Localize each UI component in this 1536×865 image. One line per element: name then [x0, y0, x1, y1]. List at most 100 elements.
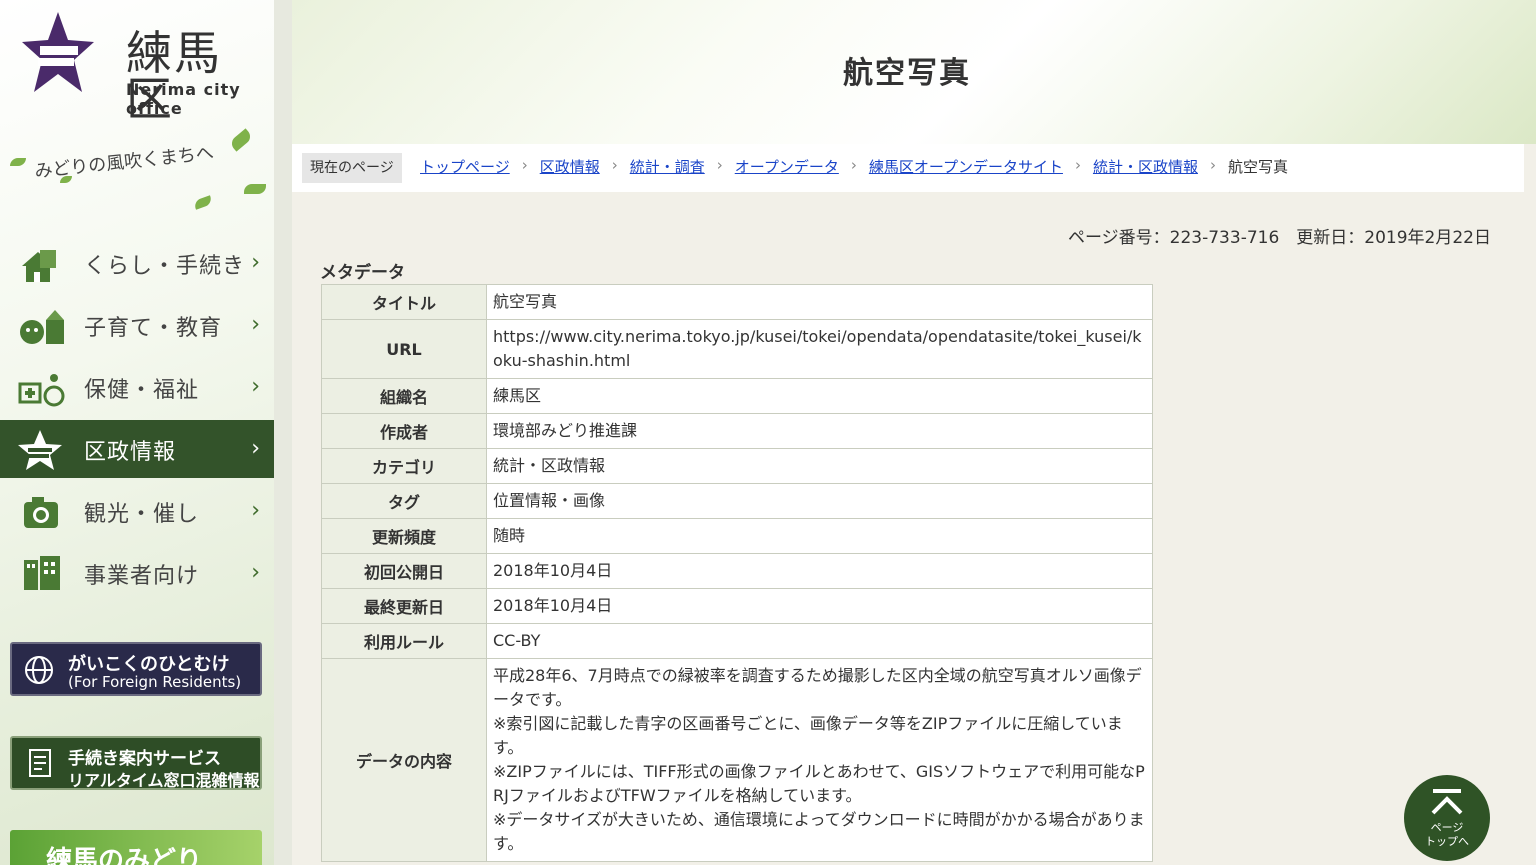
nav-item-living[interactable]: くらし・手続き ›	[0, 234, 274, 292]
table-row: 最終更新日 2018年10月4日	[321, 588, 1153, 624]
nav-label: 観光・催し	[84, 502, 200, 527]
row-header: データの内容	[321, 658, 487, 862]
table-row: 初回公開日 2018年10月4日	[321, 553, 1153, 589]
sidebar-divider	[274, 0, 292, 865]
row-value: 練馬区	[486, 378, 1153, 414]
site-logo[interactable]: 練馬区 Nerima city office	[22, 12, 262, 122]
leaf-icon	[244, 184, 266, 194]
page-top-label: ページ トップへ	[1404, 821, 1490, 849]
leaf-icon	[193, 195, 213, 210]
foreign-residents-banner[interactable]: がいこくのひとむけ (For Foreign Residents)	[10, 642, 262, 696]
table-row: 更新頻度 随時	[321, 518, 1153, 554]
main-nav: くらし・手続き › 子育て・教育 › 保健・福祉 › 区政情報 › 観光・催し …	[0, 234, 274, 606]
building-icon	[24, 556, 60, 590]
content-paragraph: ※データサイズが大きいため、通信環境によってダウンロードに時間がかかる場合があり…	[493, 810, 1145, 853]
nav-label: 子育て・教育	[84, 316, 223, 341]
health-icon	[18, 374, 65, 407]
row-header: タイトル	[321, 284, 487, 320]
child-icon	[20, 310, 64, 344]
row-value: 2018年10月4日	[486, 553, 1153, 589]
banner-subtitle: リアルタイム窓口混雑情報	[68, 771, 260, 790]
row-header: URL	[321, 319, 487, 379]
table-row: タイトル 航空写真	[321, 284, 1153, 320]
row-header: タグ	[321, 483, 487, 519]
page-top-label-line2: トップへ	[1425, 835, 1469, 848]
row-header: 初回公開日	[321, 553, 487, 589]
breadcrumb-link[interactable]: 統計・調査	[630, 156, 705, 177]
content-paragraph: ※ZIPファイルには、TIFF形式の画像ファイルとあわせて、GISソフトウェアで…	[493, 762, 1145, 805]
nav-item-tourism[interactable]: 観光・催し ›	[0, 482, 274, 540]
service-banner[interactable]: 手続き案内サービス リアルタイム窓口混雑情報	[10, 736, 262, 790]
page-top-label-line1: ページ	[1430, 821, 1464, 834]
nerima-emblem-icon	[22, 12, 94, 92]
banner-title: 手続き案内サービス	[68, 749, 221, 769]
nav-item-health[interactable]: 保健・福祉 ›	[0, 358, 274, 416]
row-header: 最終更新日	[321, 588, 487, 624]
table-row: タグ 位置情報・画像	[321, 483, 1153, 519]
row-header: 利用ルール	[321, 623, 487, 659]
leaf-icon	[10, 158, 26, 166]
table-row: 作成者 環境部みどり推進課	[321, 413, 1153, 449]
chevron-right-icon: ›	[251, 560, 260, 585]
table-row: カテゴリ 統計・区政情報	[321, 448, 1153, 484]
row-header: 組織名	[321, 378, 487, 414]
sidebar: 練馬区 Nerima city office みどりの風吹くまちへ くらし・手続…	[0, 0, 274, 865]
chevron-right-icon: ›	[1209, 156, 1216, 174]
chevron-right-icon: ›	[716, 156, 723, 174]
page-number-and-updated: ページ番号：223-733-716 更新日：2019年2月22日	[1068, 228, 1491, 248]
breadcrumb-link[interactable]: 統計・区政情報	[1093, 156, 1198, 177]
row-value: https://www.city.nerima.tokyo.jp/kusei/t…	[486, 319, 1153, 379]
document-icon	[29, 749, 51, 777]
city-emblem-icon	[18, 430, 62, 470]
chevron-right-icon: ›	[251, 374, 260, 399]
nav-label: 区政情報	[84, 440, 177, 465]
nav-label: 事業者向け	[84, 564, 200, 589]
chevron-right-icon: ›	[521, 156, 528, 174]
breadcrumb-current-label: 現在のページ	[302, 153, 402, 183]
breadcrumb-link[interactable]: 区政情報	[540, 156, 600, 177]
breadcrumb-list: トップページ › 区政情報 › 統計・調査 › オープンデータ › 練馬区オープ…	[420, 156, 1288, 177]
nav-item-city-info[interactable]: 区政情報 ›	[0, 420, 274, 478]
chevron-right-icon: ›	[1074, 156, 1081, 174]
row-value: 航空写真	[486, 284, 1153, 320]
chevron-right-icon: ›	[251, 498, 260, 523]
row-value: 2018年10月4日	[486, 588, 1153, 624]
slogan: みどりの風吹くまちへ	[8, 128, 270, 210]
row-value: CC-BY	[486, 623, 1153, 659]
nav-item-childcare[interactable]: 子育て・教育 ›	[0, 296, 274, 354]
slogan-text: みどりの風吹くまちへ	[33, 142, 215, 183]
row-header: カテゴリ	[321, 448, 487, 484]
leaf-icon	[228, 128, 254, 152]
chevron-right-icon: ›	[251, 250, 260, 275]
metadata-table: タイトル 航空写真 URL https://www.city.nerima.to…	[321, 284, 1153, 862]
table-row: URL https://www.city.nerima.tokyo.jp/kus…	[321, 319, 1153, 379]
page-top-button[interactable]: ページ トップへ	[1404, 775, 1490, 861]
chevron-right-icon: ›	[850, 156, 857, 174]
nav-item-business[interactable]: 事業者向け ›	[0, 544, 274, 602]
banner-title: 練馬のみどり	[46, 846, 203, 865]
content-paragraph: 平成28年6、7月時点での緑被率を調査するため撮影した区内全域の航空写真オルソ画…	[493, 666, 1142, 709]
breadcrumb-current-page: 航空写真	[1227, 158, 1288, 176]
row-value: 随時	[486, 518, 1153, 554]
row-value: 平成28年6、7月時点での緑被率を調査するため撮影した区内全域の航空写真オルソ画…	[486, 658, 1153, 862]
table-row: 利用ルール CC-BY	[321, 623, 1153, 659]
camera-icon	[24, 497, 58, 528]
chevron-up-icon	[1431, 789, 1463, 815]
content-paragraph: ※索引図に記載した青字の区画番号ごとに、画像データ等をZIPファイルに圧縮してい…	[493, 714, 1123, 757]
metadata-heading: メタデータ	[320, 263, 405, 283]
logo-english: Nerima city office	[126, 80, 241, 118]
breadcrumb-link[interactable]: トップページ	[420, 156, 510, 177]
row-value: 環境部みどり推進課	[486, 413, 1153, 449]
row-header: 更新頻度	[321, 518, 487, 554]
row-value: 位置情報・画像	[486, 483, 1153, 519]
breadcrumb-link[interactable]: オープンデータ	[735, 156, 839, 177]
row-header: 作成者	[321, 413, 487, 449]
greenery-banner[interactable]: 練馬のみどり	[10, 830, 262, 865]
row-value: 統計・区政情報	[486, 448, 1153, 484]
nav-label: 保健・福祉	[84, 378, 200, 403]
nav-label: くらし・手続き	[84, 254, 246, 279]
breadcrumb-link[interactable]: 練馬区オープンデータサイト	[869, 156, 1063, 177]
banner-subtitle: (For Foreign Residents)	[68, 673, 242, 691]
house-icon	[22, 250, 56, 282]
breadcrumb: 現在のページ トップページ › 区政情報 › 統計・調査 › オープンデータ ›…	[292, 144, 1524, 192]
